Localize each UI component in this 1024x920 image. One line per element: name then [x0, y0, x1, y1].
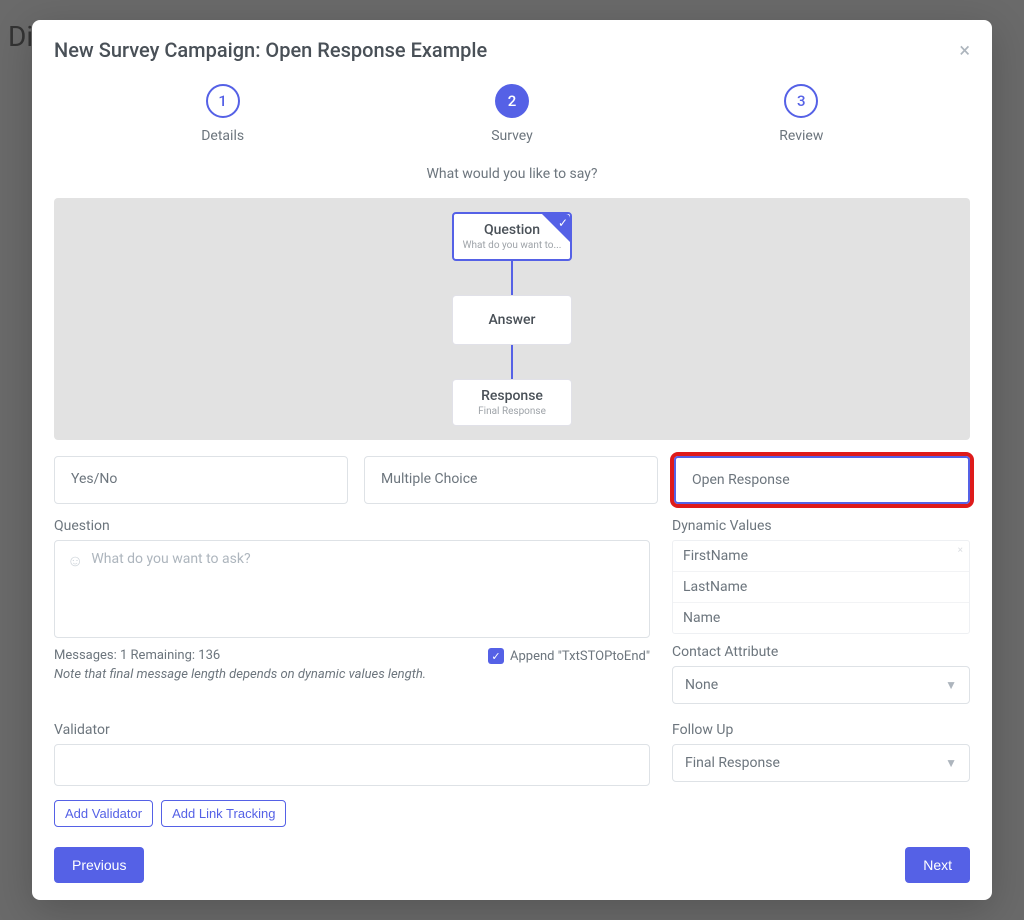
dynamic-value-item[interactable]: FirstName — [673, 541, 969, 572]
follow-up-label: Follow Up — [672, 722, 970, 738]
dynamic-values-list: FirstName LastName Name — [672, 540, 970, 634]
step-label: Survey — [491, 128, 533, 144]
emoji-icon[interactable]: ☺ — [67, 551, 83, 571]
followup-col: Follow Up Final Response ▼ — [672, 722, 970, 827]
form-col-left: Question ☺ What do you want to ask? Mess… — [54, 518, 650, 704]
step-number: 1 — [206, 84, 240, 118]
flow-node-answer[interactable]: Answer — [452, 295, 572, 345]
checkbox-checked-icon: ✓ — [488, 648, 504, 664]
flow-canvas: ✓ Question What do you want to... Answer… — [54, 198, 970, 440]
step-review[interactable]: 3 Review — [657, 84, 946, 144]
follow-up-select[interactable]: Final Response ▼ — [672, 744, 970, 782]
check-icon: ✓ — [558, 216, 568, 230]
contact-attribute-select[interactable]: None ▼ — [672, 666, 970, 704]
chevron-down-icon: ▼ — [945, 756, 957, 770]
validator-input[interactable] — [54, 744, 650, 786]
question-type-multiple-choice[interactable]: Multiple Choice — [364, 456, 658, 504]
modal-footer: Previous Next — [54, 847, 970, 883]
message-counter-block: Messages: 1 Remaining: 136 Note that fin… — [54, 648, 426, 682]
flow-node-question[interactable]: ✓ Question What do you want to... — [452, 212, 572, 261]
message-counter: Messages: 1 Remaining: 136 — [54, 648, 220, 663]
wizard-steps: 1 Details 2 Survey 3 Review — [78, 84, 946, 144]
select-value: None — [685, 677, 718, 693]
validator-label: Validator — [54, 722, 650, 738]
next-button[interactable]: Next — [905, 847, 970, 883]
node-title: Answer — [459, 312, 565, 328]
append-stop-label: Append "TxtSTOPtoEnd" — [510, 649, 650, 664]
previous-button[interactable]: Previous — [54, 847, 144, 883]
prompt-text: What would you like to say? — [54, 166, 970, 182]
node-title: Response — [459, 388, 565, 404]
select-value: Final Response — [685, 755, 780, 771]
append-stop-toggle[interactable]: ✓ Append "TxtSTOPtoEnd" — [488, 648, 650, 664]
question-type-yesno[interactable]: Yes/No — [54, 456, 348, 504]
flow-connector — [511, 261, 513, 295]
step-label: Details — [201, 128, 244, 144]
question-type-open-response[interactable]: Open Response — [674, 456, 970, 504]
question-label: Question — [54, 518, 650, 534]
question-placeholder: What do you want to ask? — [91, 551, 250, 567]
validator-action-buttons: Add Validator Add Link Tracking — [54, 800, 650, 827]
modal-title: New Survey Campaign: Open Response Examp… — [54, 38, 487, 62]
validator-col: Validator Add Validator Add Link Trackin… — [54, 722, 650, 827]
survey-campaign-modal: New Survey Campaign: Open Response Examp… — [32, 20, 992, 900]
dynamic-value-item[interactable]: LastName — [673, 572, 969, 603]
question-textarea[interactable]: ☺ What do you want to ask? — [54, 540, 650, 638]
node-subtitle: Final Response — [459, 406, 565, 417]
flow-node-response[interactable]: Response Final Response — [452, 379, 572, 426]
modal-header: New Survey Campaign: Open Response Examp… — [54, 38, 970, 62]
contact-attribute-label: Contact Attribute — [672, 644, 970, 660]
step-label: Review — [779, 128, 823, 144]
form-col-right: Dynamic Values FirstName LastName Name C… — [672, 518, 970, 704]
dynamic-values-label: Dynamic Values — [672, 518, 970, 534]
step-details[interactable]: 1 Details — [78, 84, 367, 144]
question-footer: Messages: 1 Remaining: 136 Note that fin… — [54, 648, 650, 682]
add-link-tracking-button[interactable]: Add Link Tracking — [161, 800, 286, 827]
step-number: 3 — [784, 84, 818, 118]
form-row-secondary: Validator Add Validator Add Link Trackin… — [54, 722, 970, 827]
message-note: Note that final message length depends o… — [54, 667, 426, 682]
add-validator-button[interactable]: Add Validator — [54, 800, 153, 827]
question-type-selector: Yes/No Multiple Choice Open Response — [54, 456, 970, 504]
form-row-main: Question ☺ What do you want to ask? Mess… — [54, 518, 970, 704]
dynamic-value-item[interactable]: Name — [673, 603, 969, 633]
chevron-down-icon: ▼ — [945, 678, 957, 692]
step-number: 2 — [495, 84, 529, 118]
flow-connector — [511, 345, 513, 379]
close-icon[interactable]: × — [959, 40, 970, 60]
step-survey[interactable]: 2 Survey — [367, 84, 656, 144]
